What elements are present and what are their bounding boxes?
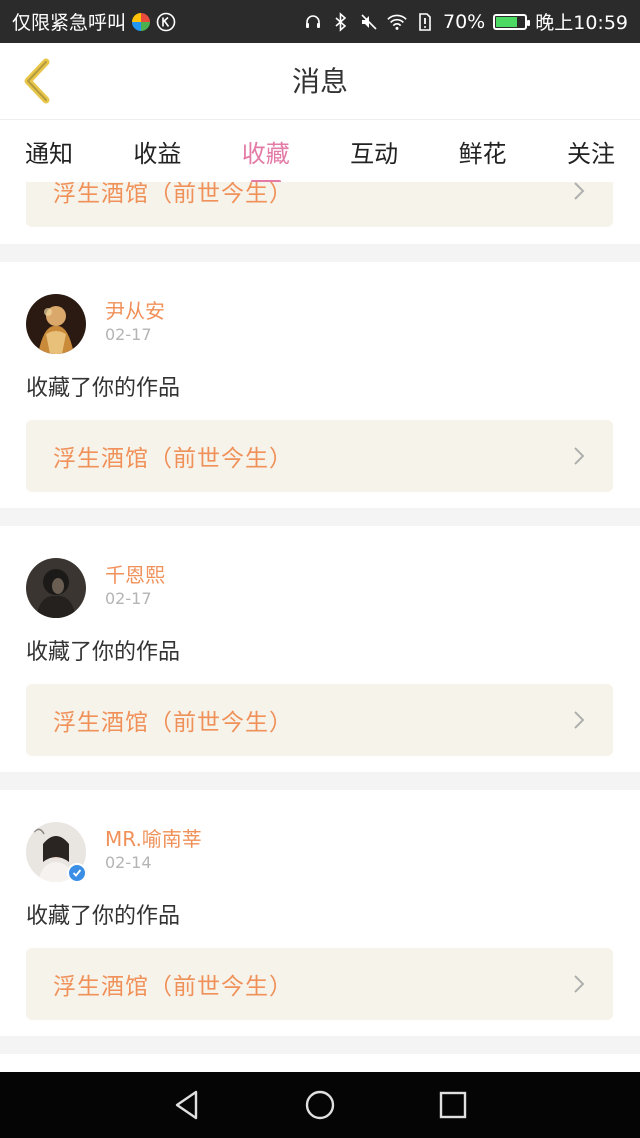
avatar[interactable] bbox=[26, 558, 86, 618]
avatar[interactable] bbox=[26, 294, 86, 354]
work-link[interactable]: 浮生酒馆（前世今生） bbox=[26, 420, 613, 492]
system-nav-bar bbox=[0, 1072, 640, 1138]
page-title: 消息 bbox=[291, 65, 348, 98]
square-recents-icon bbox=[440, 1091, 467, 1119]
top-bar: 消息 bbox=[0, 43, 640, 120]
tab-notifications[interactable]: 通知 bbox=[25, 128, 73, 175]
verified-badge-icon bbox=[67, 863, 87, 883]
nav-home-button[interactable] bbox=[300, 1085, 340, 1125]
sim-alert-icon bbox=[415, 12, 435, 32]
list-item: 千恩熙 02-17 收藏了你的作品 浮生酒馆（前世今生） bbox=[0, 526, 640, 772]
work-link[interactable]: 浮生酒馆（前世今生） bbox=[26, 182, 613, 227]
circle-home-icon bbox=[305, 1090, 335, 1120]
list-item: MR.喻南莘 02-14 收藏了你的作品 浮生酒馆（前世今生） bbox=[0, 790, 640, 1036]
status-bar: 仅限紧急呼叫 70% 晚上10:59 bbox=[0, 0, 640, 43]
timestamp: 02-17 bbox=[105, 325, 152, 344]
tab-follows[interactable]: 关注 bbox=[567, 128, 615, 175]
chevron-right-icon bbox=[574, 182, 585, 200]
battery-level bbox=[496, 16, 518, 27]
timestamp: 02-14 bbox=[105, 853, 152, 872]
tab-interactions[interactable]: 互动 bbox=[350, 128, 398, 175]
wifi-icon bbox=[387, 12, 407, 32]
chevron-right-icon bbox=[574, 975, 585, 993]
app-logo-icon bbox=[132, 12, 151, 31]
list-item bbox=[0, 1054, 640, 1072]
triangle-back-icon bbox=[175, 1090, 197, 1120]
timestamp: 02-17 bbox=[105, 589, 152, 608]
action-text: 收藏了你的作品 bbox=[26, 640, 181, 665]
headphones-icon bbox=[303, 12, 323, 32]
tab-favorites[interactable]: 收藏 bbox=[242, 128, 290, 183]
work-title: 浮生酒馆（前世今生） bbox=[53, 974, 293, 1000]
battery-percent: 70% bbox=[443, 10, 486, 33]
list-item: 尹从安 02-17 收藏了你的作品 浮生酒馆（前世今生） bbox=[0, 262, 640, 508]
nav-back-button[interactable] bbox=[167, 1085, 207, 1125]
tab-earnings[interactable]: 收益 bbox=[133, 128, 181, 175]
tab-bar: 通知 收益 收藏 互动 鲜花 关注 bbox=[0, 120, 640, 183]
battery-icon bbox=[493, 13, 531, 30]
nav-recents-button[interactable] bbox=[433, 1085, 473, 1125]
mute-icon bbox=[359, 12, 379, 32]
work-title: 浮生酒馆（前世今生） bbox=[53, 446, 293, 472]
k-circle-icon bbox=[156, 12, 176, 32]
username[interactable]: 尹从安 bbox=[105, 295, 165, 324]
bluetooth-icon bbox=[331, 11, 351, 32]
notification-icons bbox=[132, 12, 176, 32]
work-link[interactable]: 浮生酒馆（前世今生） bbox=[26, 948, 613, 1020]
list-item: 浮生酒馆（前世今生） bbox=[0, 182, 640, 244]
work-title: 浮生酒馆（前世今生） bbox=[53, 182, 293, 207]
tab-flowers[interactable]: 鲜花 bbox=[459, 128, 507, 175]
carrier-text: 仅限紧急呼叫 bbox=[12, 12, 127, 34]
chevron-right-icon bbox=[574, 711, 585, 729]
clock: 晚上10:59 bbox=[535, 12, 628, 34]
chevron-right-icon bbox=[574, 447, 585, 465]
username[interactable]: MR.喻南莘 bbox=[105, 823, 202, 852]
work-link[interactable]: 浮生酒馆（前世今生） bbox=[26, 684, 613, 756]
work-title: 浮生酒馆（前世今生） bbox=[53, 710, 293, 736]
action-text: 收藏了你的作品 bbox=[26, 376, 181, 401]
username[interactable]: 千恩熙 bbox=[105, 559, 165, 588]
message-list[interactable]: 浮生酒馆（前世今生） 尹从安 02-17 收藏了你的作品 浮生酒馆（前世今生） bbox=[0, 182, 640, 1072]
action-text: 收藏了你的作品 bbox=[26, 904, 181, 929]
